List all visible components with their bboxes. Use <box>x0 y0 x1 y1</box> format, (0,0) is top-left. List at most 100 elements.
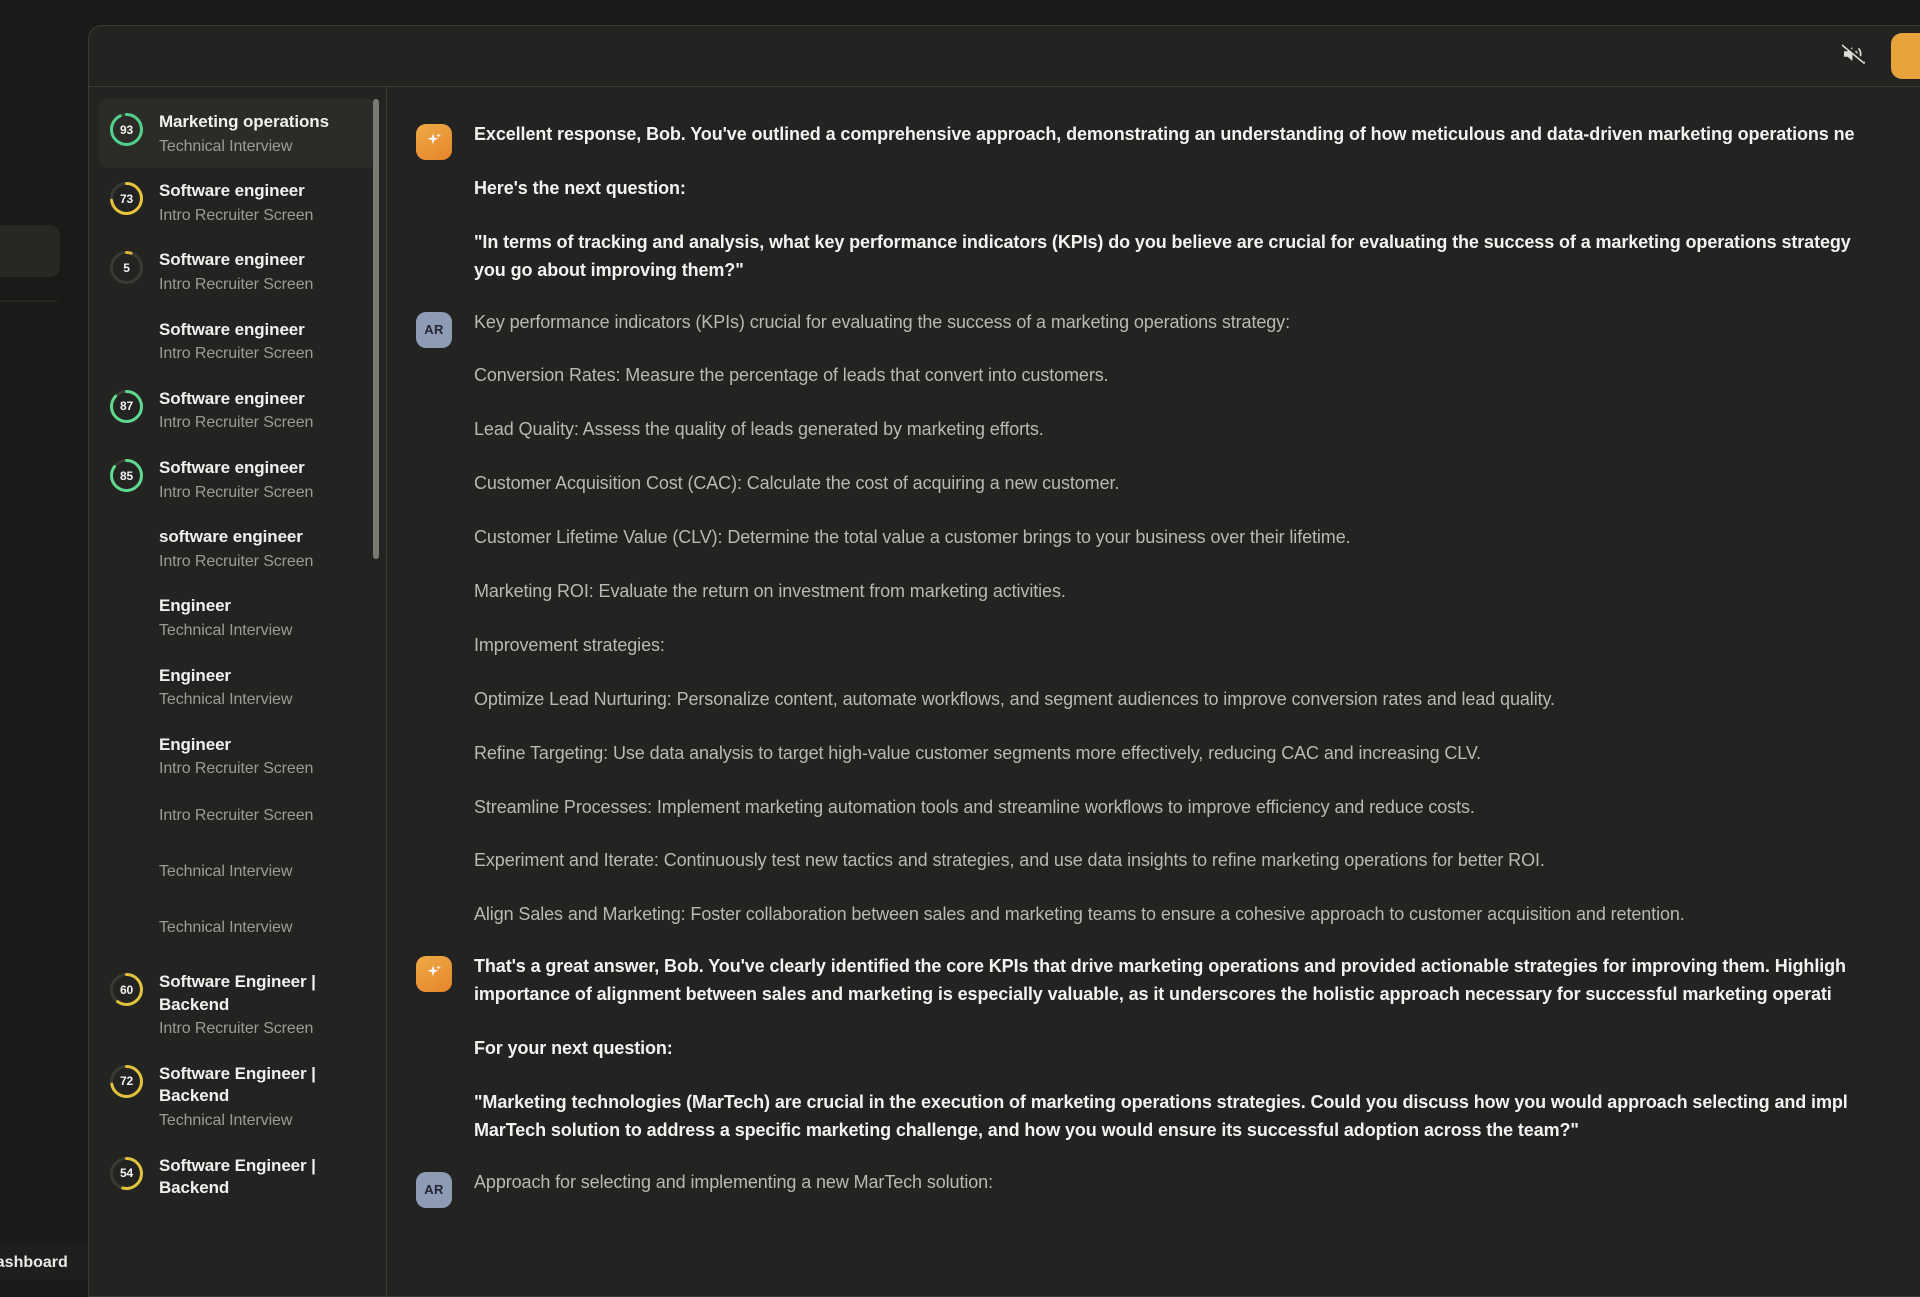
session-list-item[interactable]: Intro Recruiter Screen <box>99 791 376 847</box>
session-subtitle: Technical Interview <box>159 620 292 642</box>
message-paragraph: "Marketing technologies (MarTech) are cr… <box>474 1089 1920 1145</box>
session-subtitle: Technical Interview <box>159 1110 364 1132</box>
session-subtitle: Technical Interview <box>159 136 329 158</box>
user-avatar-initials: AR <box>424 1182 443 1197</box>
user-avatar: AR <box>416 312 452 348</box>
session-title: Software Engineer | Backend <box>159 971 364 1016</box>
session-list-item[interactable]: Technical Interview <box>99 903 376 959</box>
message-body: Excellent response, Bob. You've outlined… <box>474 121 1920 285</box>
session-score-ring: 5 <box>109 250 144 285</box>
message-paragraph: Optimize Lead Nurturing: Personalize con… <box>474 686 1920 714</box>
session-subtitle: Intro Recruiter Screen <box>159 343 313 365</box>
app-window: 93Marketing operationsTechnical Intervie… <box>88 25 1920 1297</box>
session-text: Intro Recruiter Screen <box>159 802 313 827</box>
sidebar-scrollbar-thumb[interactable] <box>373 99 379 559</box>
session-subtitle: Intro Recruiter Screen <box>159 482 313 504</box>
session-text: EngineerIntro Recruiter Screen <box>159 733 313 780</box>
message-paragraph: Here's the next question: <box>474 175 1920 203</box>
message-paragraph: Streamline Processes: Implement marketin… <box>474 794 1920 822</box>
session-list-item[interactable]: 85 Software engineerIntro Recruiter Scree… <box>99 445 376 514</box>
session-list-item[interactable]: 87 Software engineerIntro Recruiter Scree… <box>99 376 376 445</box>
session-subtitle: Technical Interview <box>159 861 292 883</box>
session-text: Software engineerIntro Recruiter Screen <box>159 179 313 226</box>
mute-toggle-button[interactable] <box>1831 36 1877 76</box>
session-text: Software engineerIntro Recruiter Screen <box>159 456 313 503</box>
user-message: AR Key performance indicators (KPIs) cruc… <box>387 309 1920 930</box>
assistant-message: That's a great answer, Bob. You've clear… <box>387 953 1920 1144</box>
user-message: AR Approach for selecting and implementin… <box>387 1169 1920 1208</box>
session-subtitle: Technical Interview <box>159 917 292 939</box>
message-paragraph: Customer Lifetime Value (CLV): Determine… <box>474 524 1920 552</box>
session-title: Engineer <box>159 665 292 688</box>
message-paragraph: Marketing ROI: Evaluate the return on in… <box>474 578 1920 606</box>
session-list-item[interactable]: 60Software Engineer | BackendIntro Recru… <box>99 959 376 1051</box>
session-title: Marketing operations <box>159 111 329 134</box>
session-list-item[interactable]: 54Software Engineer | Backend <box>99 1143 376 1211</box>
message-paragraph: For your next question: <box>474 1035 1920 1063</box>
sparkle-icon <box>424 962 444 987</box>
session-list-item[interactable]: EngineerIntro Recruiter Screen <box>99 722 376 791</box>
sessions-list[interactable]: 93Marketing operationsTechnical Intervie… <box>89 99 386 1211</box>
message-body: That's a great answer, Bob. You've clear… <box>474 953 1920 1144</box>
session-text: EngineerTechnical Interview <box>159 594 292 641</box>
session-score-ring: 73 <box>109 181 144 216</box>
message-paragraph: Lead Quality: Assess the quality of lead… <box>474 416 1920 444</box>
session-title: Software Engineer | Backend <box>159 1155 364 1200</box>
session-list-item[interactable]: 73 Software engineerIntro Recruiter Scree… <box>99 168 376 237</box>
session-text: software engineerIntro Recruiter Screen <box>159 525 313 572</box>
session-subtitle: Intro Recruiter Screen <box>159 412 313 434</box>
user-avatar-initials: AR <box>424 322 443 337</box>
session-subtitle: Intro Recruiter Screen <box>159 1018 364 1040</box>
user-avatar: AR <box>416 1172 452 1208</box>
session-title: Software engineer <box>159 457 313 480</box>
message-paragraph: Approach for selecting and implementing … <box>474 1169 1920 1197</box>
session-subtitle: Intro Recruiter Screen <box>159 274 313 296</box>
session-list-item[interactable]: software engineerIntro Recruiter Screen <box>99 514 376 583</box>
message-paragraph: "In terms of tracking and analysis, what… <box>474 229 1920 285</box>
session-title: Software engineer <box>159 388 313 411</box>
session-subtitle: Intro Recruiter Screen <box>159 551 313 573</box>
assistant-avatar <box>416 956 452 992</box>
browser-status-text: dashboard <box>0 1254 68 1272</box>
session-text: EngineerTechnical Interview <box>159 664 292 711</box>
session-score-ring: 93 <box>109 112 144 147</box>
message-paragraph: That's a great answer, Bob. You've clear… <box>474 953 1920 1009</box>
session-text: Software Engineer | BackendTechnical Int… <box>159 1062 364 1132</box>
session-score-ring: 87 <box>109 389 144 424</box>
session-title: Engineer <box>159 595 292 618</box>
session-subtitle: Technical Interview <box>159 689 292 711</box>
session-score-value: 85 <box>109 458 144 493</box>
session-list-item[interactable]: EngineerTechnical Interview <box>99 653 376 722</box>
session-text: Technical Interview <box>159 858 292 883</box>
session-list-item[interactable]: 72 Software Engineer | BackendTechnical I… <box>99 1051 376 1143</box>
session-text: Software Engineer | BackendIntro Recruit… <box>159 970 364 1040</box>
conversation-panel: Excellent response, Bob. You've outlined… <box>387 87 1920 1296</box>
session-text: Software engineerIntro Recruiter Screen <box>159 318 313 365</box>
session-list-item[interactable]: EngineerTechnical Interview <box>99 583 376 652</box>
message-paragraph: Align Sales and Marketing: Foster collab… <box>474 901 1920 929</box>
session-list-item[interactable]: 5Software engineerIntro Recruiter Screen <box>99 237 376 306</box>
add-interview-button[interactable] <box>1891 33 1920 79</box>
window-body: 93Marketing operationsTechnical Intervie… <box>89 87 1920 1296</box>
sessions-sidebar: 93Marketing operationsTechnical Intervie… <box>89 87 386 1296</box>
message-paragraph: Experiment and Iterate: Continuously tes… <box>474 847 1920 875</box>
speaker-muted-icon <box>1841 42 1867 71</box>
sparkle-icon <box>424 130 444 155</box>
session-list-item[interactable]: Technical Interview <box>99 847 376 903</box>
message-paragraph: Improvement strategies: <box>474 632 1920 660</box>
message-paragraph: Customer Acquisition Cost (CAC): Calcula… <box>474 470 1920 498</box>
assistant-message: Excellent response, Bob. You've outlined… <box>387 121 1920 285</box>
session-text: Marketing operationsTechnical Interview <box>159 110 329 157</box>
session-list-item[interactable]: Software engineerIntro Recruiter Screen <box>99 307 376 376</box>
session-text: Software engineerIntro Recruiter Screen <box>159 387 313 434</box>
session-score-value: 5 <box>109 250 144 285</box>
session-subtitle: Intro Recruiter Screen <box>159 805 313 827</box>
session-score-ring: 85 <box>109 458 144 493</box>
session-score-ring: 72 <box>109 1064 144 1099</box>
session-title: Software Engineer | Backend <box>159 1063 364 1108</box>
session-list-item[interactable]: 93 Marketing operationsTechnical Intervie… <box>99 99 376 168</box>
message-paragraph: Excellent response, Bob. You've outlined… <box>474 121 1920 149</box>
message-body: Approach for selecting and implementing … <box>474 1169 1920 1197</box>
session-score-value: 93 <box>109 112 144 147</box>
message-body: Key performance indicators (KPIs) crucia… <box>474 309 1920 930</box>
